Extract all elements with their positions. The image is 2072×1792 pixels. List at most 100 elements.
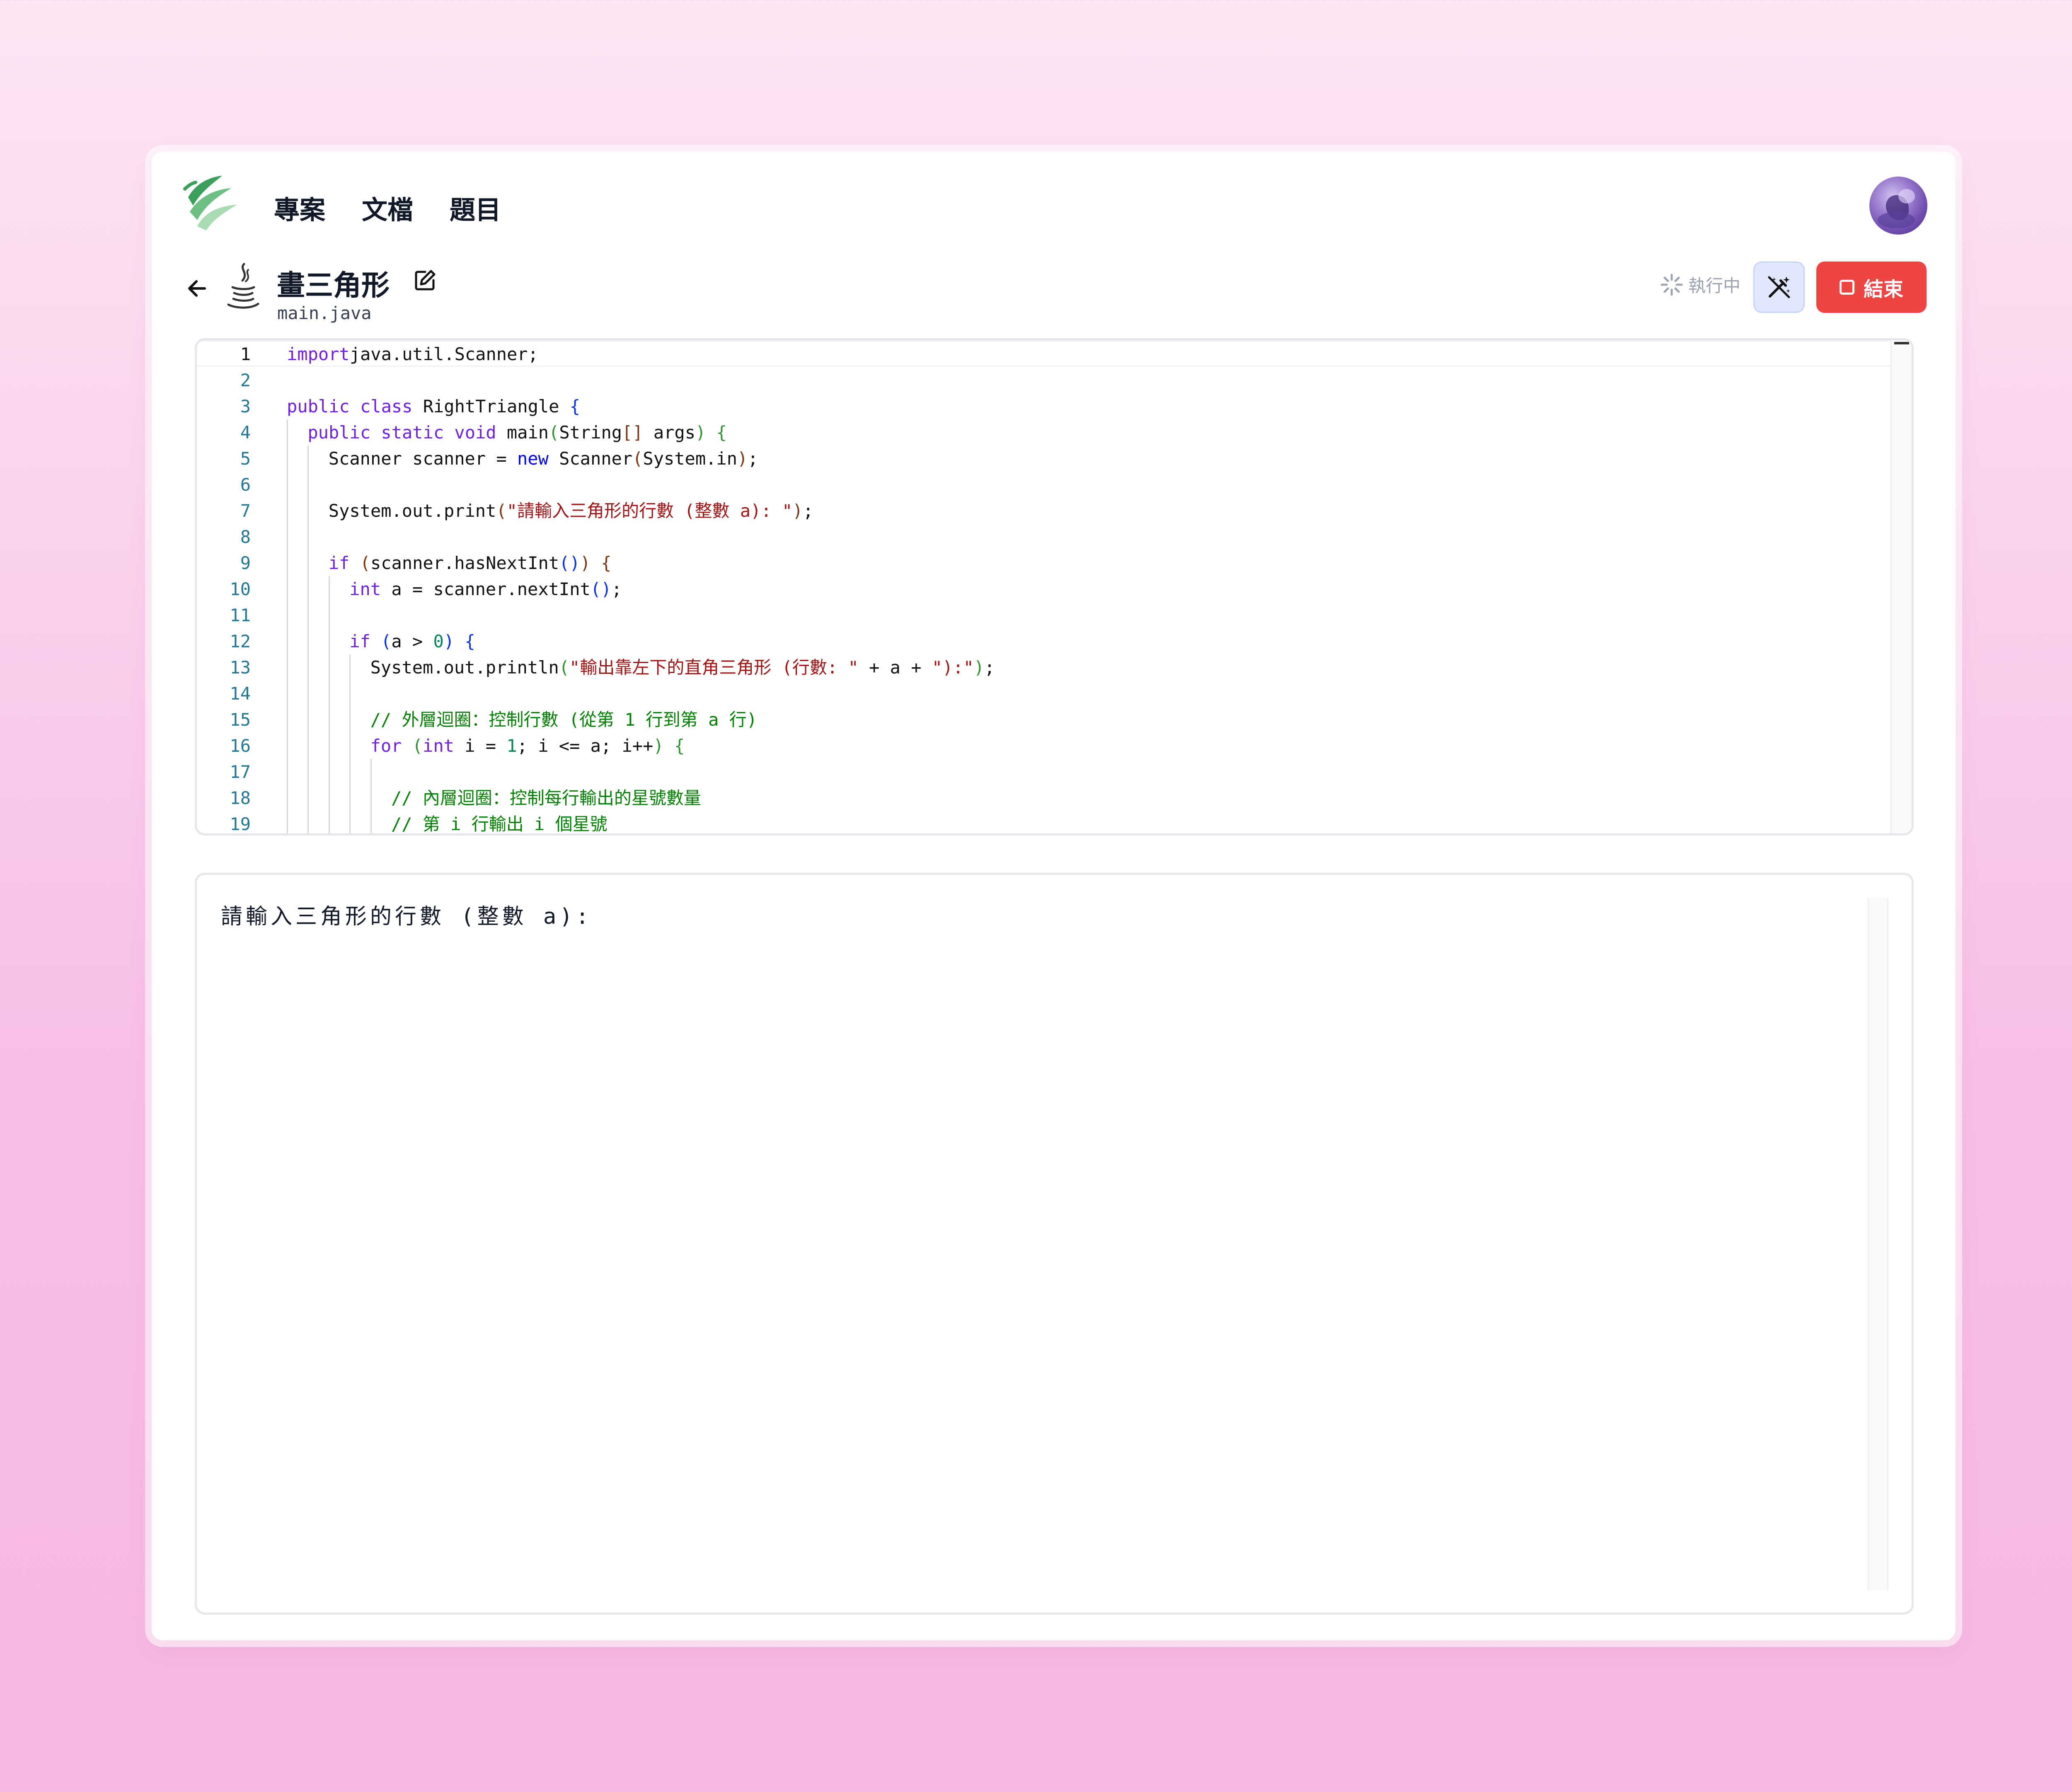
code-token: (	[381, 631, 392, 651]
edit-title-icon[interactable]	[413, 268, 438, 293]
line-number: 16	[230, 736, 251, 756]
stop-button-label: 結束	[1863, 278, 1903, 301]
indent-guide	[349, 785, 351, 811]
code-text: if (scanner.hasNextInt()) {	[329, 550, 612, 576]
indent-guide	[307, 628, 309, 654]
indent-guide	[349, 733, 351, 759]
line-number: 4	[240, 422, 251, 443]
status-text: 執行中	[1688, 276, 1741, 296]
code-line: 13 System.out.println("輸出靠左下的直角三角形 (行數: "…	[197, 654, 1888, 680]
ai-assist-button[interactable]	[1753, 262, 1805, 313]
code-line: 7 System.out.print("請輸入三角形的行數 (整數 a): ");	[197, 498, 1888, 524]
code-text: System.out.println("輸出靠左下的直角三角形 (行數: " +…	[370, 654, 995, 680]
nav-item-problems[interactable]: 題目	[450, 189, 501, 226]
code-token: System.in	[643, 448, 737, 469]
code-line: 8	[197, 524, 1888, 550]
code-token: []	[622, 422, 643, 443]
indent-guide	[307, 472, 309, 498]
code-token: )	[443, 631, 455, 651]
code-token: ;	[748, 448, 758, 469]
console-output[interactable]: 請輸入三角形的行數 (整數 a):	[195, 873, 1914, 1615]
code-token: int	[349, 579, 381, 599]
indent-guide	[287, 576, 288, 602]
code-token: ; i <= a; i++	[517, 736, 654, 756]
indent-guide	[328, 654, 330, 680]
line-number: 1	[240, 344, 251, 364]
code-line: 4 public static void main(String[] args) …	[197, 419, 1888, 446]
nav-item-projects[interactable]: 專案	[274, 189, 325, 226]
code-token: if	[349, 631, 370, 651]
java-icon	[227, 263, 259, 309]
stop-button[interactable]: 結束	[1816, 262, 1927, 313]
code-token: (	[632, 448, 643, 469]
code-token: {	[674, 736, 685, 756]
code-line: 1 importjava.util.Scanner;	[197, 341, 1888, 367]
code-editor[interactable]: 1 importjava.util.Scanner; 2 3 public class …	[195, 338, 1914, 835]
code-token: 1	[506, 736, 517, 756]
code-text: int a = scanner.nextInt();	[349, 576, 622, 602]
project-title: 畫三角形	[277, 269, 390, 302]
indent-guide	[328, 628, 330, 654]
line-number: 6	[240, 475, 251, 495]
line-number: 11	[230, 605, 251, 625]
line-number: 8	[240, 527, 251, 547]
code-token: i =	[454, 736, 507, 756]
top-header: 專案 文檔 題目	[152, 152, 1956, 247]
indent-guide	[307, 654, 309, 680]
code-token: (	[559, 657, 570, 678]
code-token: java.util.Scanner;	[349, 344, 538, 364]
indent-guide	[328, 811, 330, 833]
code-token: )	[973, 657, 985, 678]
editor-scrollbar[interactable]	[1890, 340, 1912, 833]
indent-guide	[307, 524, 309, 550]
app-logo-icon[interactable]	[181, 172, 243, 235]
indent-guide	[287, 498, 288, 524]
code-token: (	[496, 501, 507, 521]
code-text: importjava.util.Scanner;	[287, 341, 538, 367]
file-name: main.java	[277, 303, 372, 323]
indent-guide	[307, 759, 309, 785]
code-token: import	[287, 344, 350, 364]
code-token: )	[695, 422, 706, 443]
indent-guide	[307, 576, 309, 602]
indent-guide	[370, 759, 372, 785]
indent-guide	[328, 785, 330, 811]
line-number: 13	[230, 657, 251, 678]
user-avatar[interactable]	[1869, 177, 1927, 235]
back-arrow-icon[interactable]	[183, 274, 212, 303]
code-text: for (int i = 1; i <= a; i++) {	[370, 733, 685, 759]
code-token: a >	[391, 631, 433, 651]
file-title-bar: 畫三角形 main.java 執行中 結束	[152, 249, 1956, 332]
code-token: {	[569, 396, 581, 417]
indent-guide	[328, 759, 330, 785]
code-text: public class RightTriangle {	[287, 393, 580, 419]
code-line: 18 // 內層迴圈：控制每行輸出的星號數量	[197, 785, 1888, 811]
code-token: "輸出靠左下的直角三角形 (行數: "	[569, 657, 859, 678]
code-token: 0	[433, 631, 444, 651]
code-token: Scanner	[548, 448, 633, 469]
nav-item-docs[interactable]: 文檔	[362, 189, 413, 226]
indent-guide	[307, 680, 309, 707]
line-number: 17	[230, 762, 251, 782]
indent-guide	[287, 602, 288, 628]
code-token: new	[517, 448, 549, 469]
indent-guide	[287, 707, 288, 733]
indent-guide	[349, 811, 351, 833]
code-token: System.out.print	[328, 501, 496, 521]
code-text: if (a > 0) {	[349, 628, 475, 654]
line-number: 2	[240, 370, 251, 390]
indent-guide	[287, 733, 288, 759]
indent-guide	[287, 811, 288, 833]
indent-guide	[349, 680, 351, 707]
indent-guide	[328, 680, 330, 707]
code-token: if	[328, 553, 350, 573]
console-scrollbar[interactable]	[1868, 898, 1888, 1590]
code-token: scanner.hasNextInt	[370, 553, 559, 573]
line-number: 19	[230, 814, 251, 834]
indent-guide	[328, 602, 330, 628]
